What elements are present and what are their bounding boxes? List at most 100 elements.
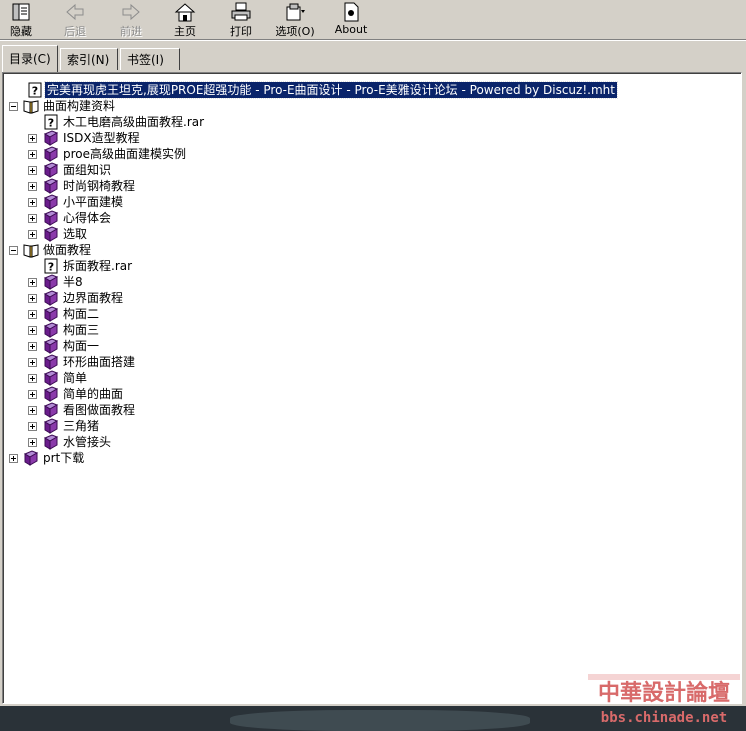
expand-plus-icon[interactable]: [28, 278, 37, 287]
expand-plus-icon[interactable]: [28, 374, 37, 383]
svg-text:?: ?: [48, 117, 54, 130]
expand-plus-icon[interactable]: [28, 390, 37, 399]
expand-plus-icon[interactable]: [28, 230, 37, 239]
tree-item-label: 面组知识: [63, 163, 112, 177]
expand-plus-icon[interactable]: [28, 294, 37, 303]
expand-plus-icon[interactable]: [28, 182, 37, 191]
tab-contents[interactable]: 目录(C): [2, 45, 58, 72]
print-button[interactable]: 打印: [226, 2, 256, 38]
back-button[interactable]: 后退: [60, 2, 90, 38]
tree-item-book[interactable]: 看图做面教程: [3, 402, 733, 418]
tree-item-label: 简单的曲面: [63, 387, 124, 401]
tab-bookmarks[interactable]: 书签(I): [120, 48, 180, 70]
tree-item-book[interactable]: 三角猪: [3, 418, 733, 434]
tree-item-top[interactable]: ? 完美再现虎王坦克,展现PROE超强功能 - Pro-E曲面设计 - Pro-E…: [3, 81, 733, 99]
tree-item-book[interactable]: 构面三: [3, 322, 733, 338]
tree-item-book[interactable]: 简单的曲面: [3, 386, 733, 402]
tree-folder-curves[interactable]: 曲面构建资料: [3, 98, 733, 114]
tree-item-label: 时尚钢椅教程: [63, 179, 136, 193]
expand-plus-icon[interactable]: [28, 438, 37, 447]
closed-book-icon: [43, 178, 59, 194]
tree-item-page[interactable]: ? 拆面教程.rar: [3, 258, 733, 274]
expand-plus-icon[interactable]: [28, 422, 37, 431]
collapse-minus-icon[interactable]: [9, 102, 18, 111]
expand-plus-icon[interactable]: [28, 198, 37, 207]
tree-folder-prt[interactable]: prt下载: [3, 450, 733, 466]
tree-item-book[interactable]: 构面一: [3, 338, 733, 354]
tree-item-label: 半8: [63, 275, 83, 289]
expand-plus-icon[interactable]: [28, 150, 37, 159]
help-page-icon: ?: [43, 114, 59, 130]
tree-item-book[interactable]: 半8: [3, 274, 733, 290]
about-label: About: [334, 23, 368, 36]
print-label: 打印: [230, 25, 252, 38]
closed-book-icon: [43, 306, 59, 322]
expand-plus-icon[interactable]: [28, 342, 37, 351]
hide-label: 隐藏: [10, 25, 32, 38]
tree-item-book[interactable]: 面组知识: [3, 162, 733, 178]
toolbar-divider-highlight: [0, 40, 746, 41]
collapse-minus-icon[interactable]: [9, 246, 18, 255]
tree-item-label: ISDX造型教程: [63, 131, 140, 145]
about-button[interactable]: About: [334, 2, 368, 38]
closed-book-icon: [43, 370, 59, 386]
closed-book-icon: [43, 210, 59, 226]
closed-book-icon: [43, 418, 59, 434]
tree-item-label: prt下载: [43, 451, 85, 465]
tree-item-book[interactable]: ISDX造型教程: [3, 130, 733, 146]
tree-item-label: 做面教程: [43, 243, 92, 257]
tree-item-book[interactable]: 简单: [3, 370, 733, 386]
expand-plus-icon[interactable]: [28, 310, 37, 319]
tree-item-label: 曲面构建资料: [43, 99, 116, 113]
tree-item-book[interactable]: 构面二: [3, 306, 733, 322]
svg-text:?: ?: [48, 261, 54, 274]
tree-item-label: 拆面教程.rar: [63, 259, 133, 273]
tree-item-label: 三角猪: [63, 419, 100, 433]
tree-item-label: 构面三: [63, 323, 100, 337]
expand-plus-icon[interactable]: [28, 358, 37, 367]
tree-item-label: 边界面教程: [63, 291, 124, 305]
expand-plus-icon[interactable]: [28, 134, 37, 143]
tree-item-book[interactable]: 水管接头: [3, 434, 733, 450]
tree-item-book[interactable]: 时尚钢椅教程: [3, 178, 733, 194]
closed-book-icon: [43, 354, 59, 370]
closed-book-icon: [43, 274, 59, 290]
expand-plus-icon[interactable]: [28, 166, 37, 175]
expand-plus-icon[interactable]: [28, 326, 37, 335]
open-book-icon: [23, 242, 39, 258]
home-label: 主页: [174, 25, 196, 38]
svg-text:?: ?: [32, 85, 38, 98]
help-page-icon: ?: [43, 258, 59, 274]
contents-tree[interactable]: ? 完美再现虎王坦克,展现PROE超强功能 - Pro-E曲面设计 - Pro-E…: [2, 72, 742, 704]
closed-book-icon: [43, 402, 59, 418]
closed-book-icon: [43, 386, 59, 402]
forward-button[interactable]: 前进: [116, 2, 146, 38]
closed-book-icon: [43, 194, 59, 210]
tree-item-book[interactable]: 环形曲面搭建: [3, 354, 733, 370]
expand-plus-icon[interactable]: [9, 454, 18, 463]
home-button[interactable]: 主页: [170, 2, 200, 38]
tree-item-book[interactable]: proe高级曲面建模实例: [3, 146, 733, 162]
tree-item-page[interactable]: ? 木工电磨高级曲面教程.rar: [3, 114, 733, 130]
tree-item-label: 完美再现虎王坦克,展现PROE超强功能 - Pro-E曲面设计 - Pro-E美…: [44, 81, 618, 99]
closed-book-icon: [43, 226, 59, 242]
expand-plus-icon[interactable]: [28, 406, 37, 415]
back-label: 后退: [64, 25, 86, 38]
hide-pane-icon: [12, 3, 30, 21]
printer-icon: [231, 2, 251, 21]
tree-item-book[interactable]: 小平面建模: [3, 194, 733, 210]
arrow-left-icon: [66, 3, 84, 21]
tree-folder-surfaces[interactable]: 做面教程: [3, 242, 733, 258]
options-button[interactable]: 选项(O): [272, 2, 318, 38]
tab-index[interactable]: 索引(N): [60, 48, 118, 70]
tree-item-label: 环形曲面搭建: [63, 355, 136, 369]
tree-item-book[interactable]: 选取: [3, 226, 733, 242]
tree-item-book[interactable]: 边界面教程: [3, 290, 733, 306]
closed-book-icon: [23, 450, 39, 466]
tree-item-label: 心得体会: [63, 211, 112, 225]
closed-book-icon: [43, 322, 59, 338]
hide-button[interactable]: 隐藏: [6, 2, 36, 38]
expand-plus-icon[interactable]: [28, 214, 37, 223]
tab-strip: 目录(C) 索引(N) 书签(I): [0, 44, 746, 72]
tree-item-book[interactable]: 心得体会: [3, 210, 733, 226]
